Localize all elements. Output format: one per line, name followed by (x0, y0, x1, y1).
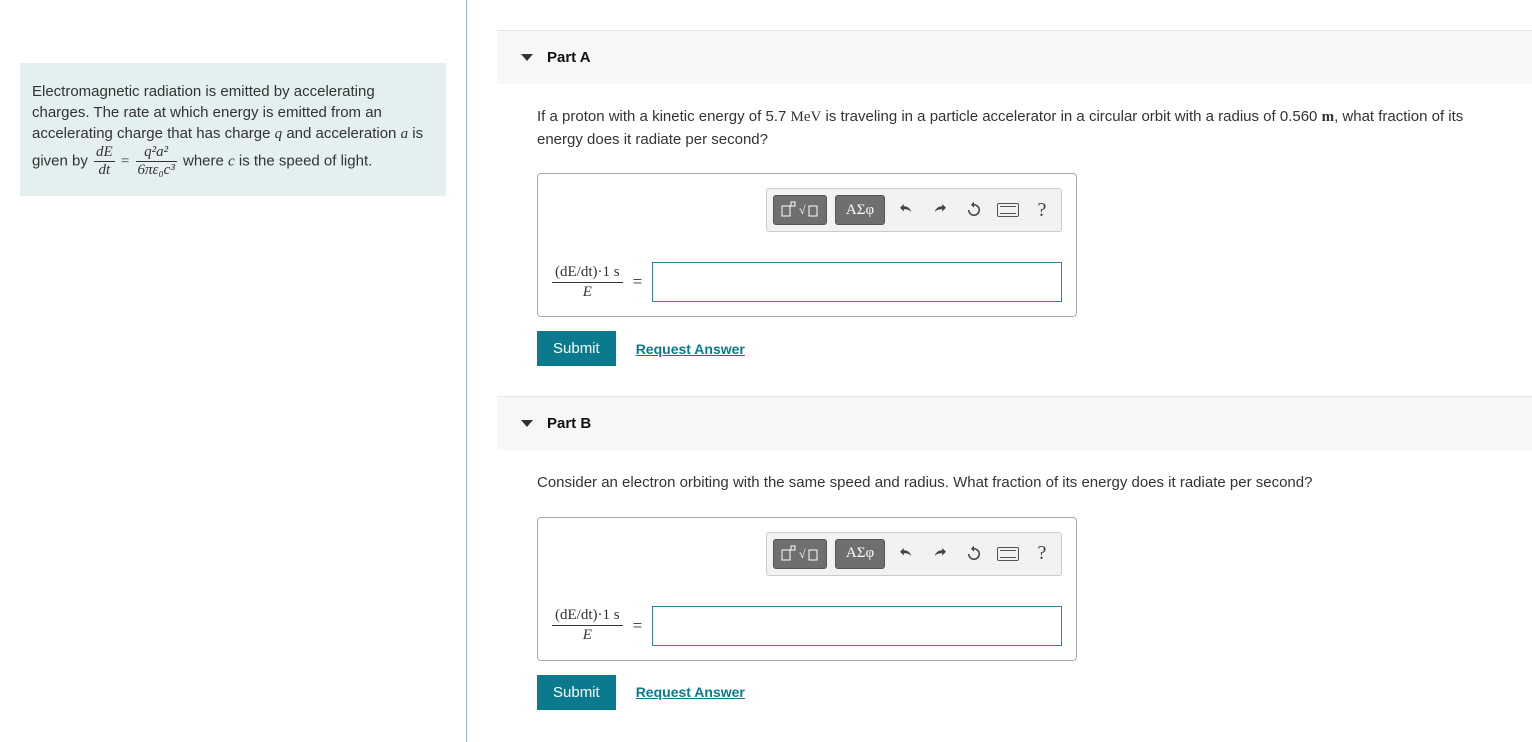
part-b-header[interactable]: Part B (497, 396, 1532, 450)
keyboard-button[interactable] (995, 541, 1021, 567)
help-button[interactable]: ? (1029, 541, 1055, 567)
part-b-request-answer-link[interactable]: Request Answer (636, 684, 745, 700)
part-a-answer-box: √ ΑΣφ (537, 173, 1077, 317)
redo-icon (931, 201, 949, 219)
help-button[interactable]: ? (1029, 197, 1055, 223)
reset-icon (965, 545, 983, 563)
part-a-request-answer-link[interactable]: Request Answer (636, 341, 745, 357)
part-a-header[interactable]: Part A (497, 30, 1532, 84)
problem-statement-column: Electromagnetic radiation is emitted by … (0, 0, 467, 742)
part-b-prompt: Consider an electron orbiting with the s… (537, 472, 1492, 495)
var-a: a (401, 126, 409, 142)
equation-toolbar: √ ΑΣφ (766, 188, 1062, 232)
part-b-answer-input[interactable] (652, 606, 1062, 646)
part-b-lhs: (dE/dt)·1 s E (552, 607, 623, 644)
keyboard-icon (997, 547, 1019, 561)
caret-down-icon (521, 54, 533, 61)
templates-icon: √ (780, 200, 820, 220)
templates-button[interactable]: √ (773, 195, 827, 225)
greek-button[interactable]: ΑΣφ (835, 195, 885, 225)
intro-text-2: and acceleration (282, 125, 400, 142)
equals-sign: = (633, 616, 643, 636)
reset-button[interactable] (961, 197, 987, 223)
intro-text-5: is the speed of light. (235, 152, 373, 169)
part-a-body: If a proton with a kinetic energy of 5.7… (497, 84, 1532, 396)
reset-button[interactable] (961, 541, 987, 567)
keyboard-icon (997, 203, 1019, 217)
part-a-answer-input[interactable] (652, 262, 1062, 302)
frac-dEdt: dE dt (94, 145, 115, 178)
part-b-answer-box: √ ΑΣφ (537, 517, 1077, 661)
equation-toolbar: √ ΑΣφ (766, 532, 1062, 576)
reset-icon (965, 201, 983, 219)
equals-sign: = (633, 272, 643, 292)
intro-text-4: where (183, 152, 228, 169)
frac-larmor: q²a² 6πε₀c³ (136, 145, 177, 178)
equals: = (121, 153, 129, 169)
redo-icon (931, 545, 949, 563)
var-c: c (228, 153, 235, 169)
part-a-label: Part A (547, 49, 591, 66)
redo-button[interactable] (927, 541, 953, 567)
part-b-label: Part B (547, 415, 591, 432)
keyboard-button[interactable] (995, 197, 1021, 223)
undo-icon (897, 545, 915, 563)
part-b-submit-button[interactable]: Submit (537, 675, 616, 710)
undo-button[interactable] (893, 197, 919, 223)
greek-button[interactable]: ΑΣφ (835, 539, 885, 569)
templates-icon: √ (780, 544, 820, 564)
redo-button[interactable] (927, 197, 953, 223)
part-a-prompt: If a proton with a kinetic energy of 5.7… (537, 106, 1492, 151)
problem-statement: Electromagnetic radiation is emitted by … (20, 63, 446, 196)
part-a-lhs: (dE/dt)·1 s E (552, 264, 623, 301)
part-a-submit-button[interactable]: Submit (537, 331, 616, 366)
parts-column: Part A If a proton with a kinetic energy… (467, 0, 1532, 742)
svg-text:√: √ (799, 203, 806, 217)
part-b-body: Consider an electron orbiting with the s… (497, 450, 1532, 740)
caret-down-icon (521, 420, 533, 427)
undo-button[interactable] (893, 541, 919, 567)
templates-button[interactable]: √ (773, 539, 827, 569)
svg-text:√: √ (799, 547, 806, 561)
undo-icon (897, 201, 915, 219)
